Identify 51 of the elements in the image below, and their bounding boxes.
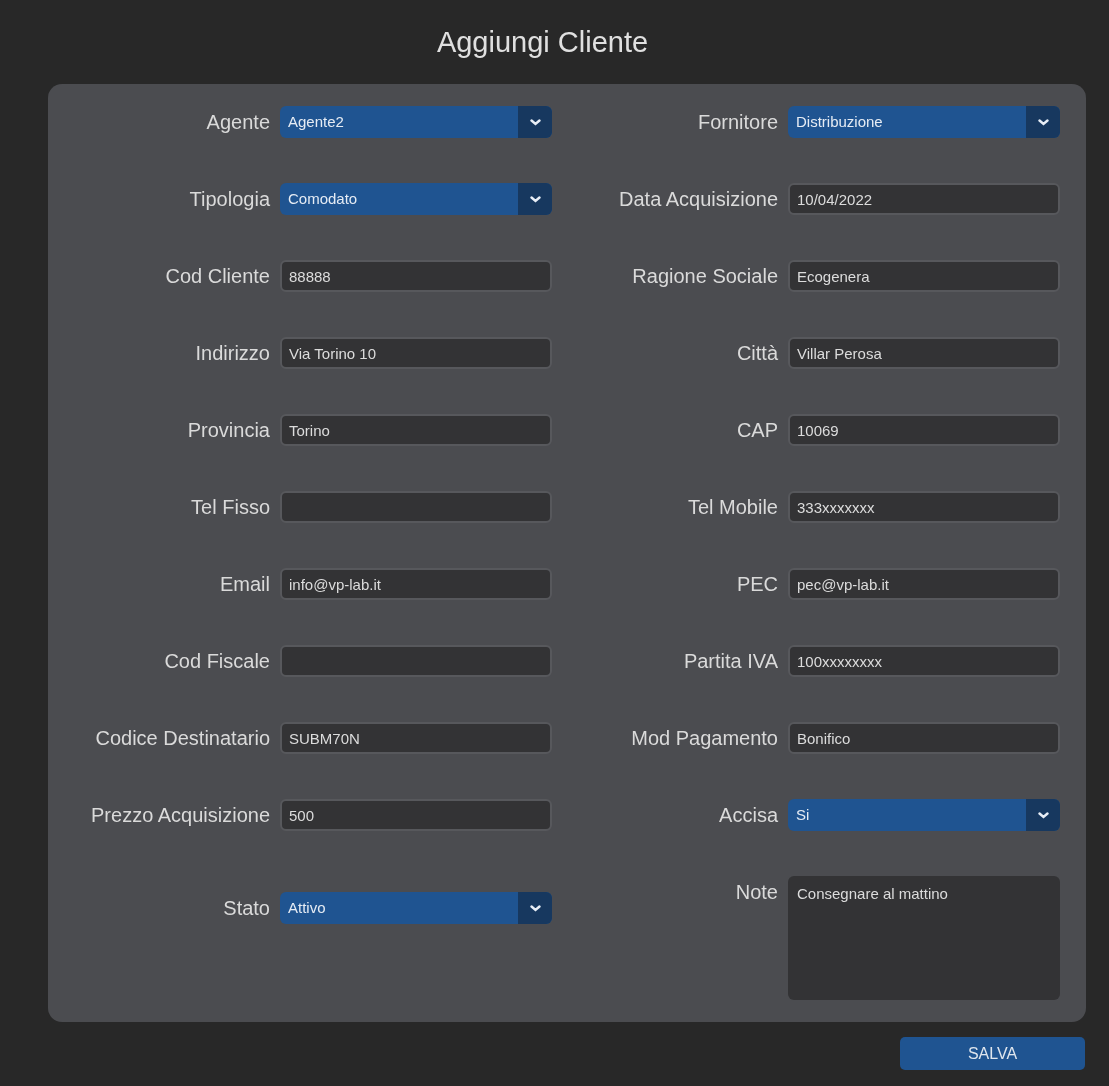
select-field[interactable]: Comodato [280,183,552,215]
select-field[interactable]: Si [788,799,1060,831]
field-label: Tipologia [188,187,270,212]
field-label: Fornitore [696,110,778,135]
input-field[interactable]: 500 [280,799,552,831]
field-label: Prezzo Acquisizione [90,803,270,828]
field-label: Accisa [718,803,778,828]
field-label: Agente [205,110,270,135]
chevron-down-icon [529,195,541,203]
save-button[interactable]: SALVA [900,1037,1085,1070]
page-title: Aggiungi Cliente [435,25,650,60]
input-field[interactable]: info@vp-lab.it [280,568,552,600]
chevron-down-icon [1037,811,1049,819]
input-field[interactable]: Bonifico [788,722,1060,754]
input-field[interactable]: Ecogenera [788,260,1060,292]
field-label: Indirizzo [194,341,270,366]
input-field[interactable]: Torino [280,414,552,446]
field-label: Cod Fiscale [163,649,270,674]
select-field[interactable]: Agente2 [280,106,552,138]
field-label: Note [734,880,778,905]
field-label: CAP [735,418,778,443]
input-field[interactable]: 100xxxxxxxx [788,645,1060,677]
input-field[interactable] [280,491,552,523]
field-label: Codice Destinatario [94,726,270,751]
input-field[interactable]: 10069 [788,414,1060,446]
field-label: Cod Cliente [164,264,270,289]
field-label: PEC [735,572,778,597]
field-label: Email [219,572,270,597]
input-field[interactable]: 10/04/2022 [788,183,1060,215]
input-field[interactable]: 333xxxxxxx [788,491,1060,523]
field-label: Mod Pagamento [630,726,778,751]
select-field[interactable]: Attivo [280,892,552,924]
field-label: Provincia [186,418,270,443]
input-field[interactable]: pec@vp-lab.it [788,568,1060,600]
chevron-down-icon [529,118,541,126]
chevron-down-icon [529,904,541,912]
field-label: Ragione Sociale [631,264,778,289]
input-field[interactable]: Via Torino 10 [280,337,552,369]
field-label: Tel Fisso [190,495,270,520]
input-field[interactable]: 88888 [280,260,552,292]
field-label: Tel Mobile [686,495,778,520]
field-label: Stato [222,896,270,921]
note-field[interactable]: Consegnare al mattino [788,876,1060,1000]
select-field[interactable]: Distribuzione [788,106,1060,138]
input-field[interactable] [280,645,552,677]
field-label: Partita IVA [682,649,778,674]
input-field[interactable]: SUBM70N [280,722,552,754]
chevron-down-icon [1037,118,1049,126]
input-field[interactable]: Villar Perosa [788,337,1060,369]
field-label: Città [735,341,778,366]
field-label: Data Acquisizione [618,187,778,212]
